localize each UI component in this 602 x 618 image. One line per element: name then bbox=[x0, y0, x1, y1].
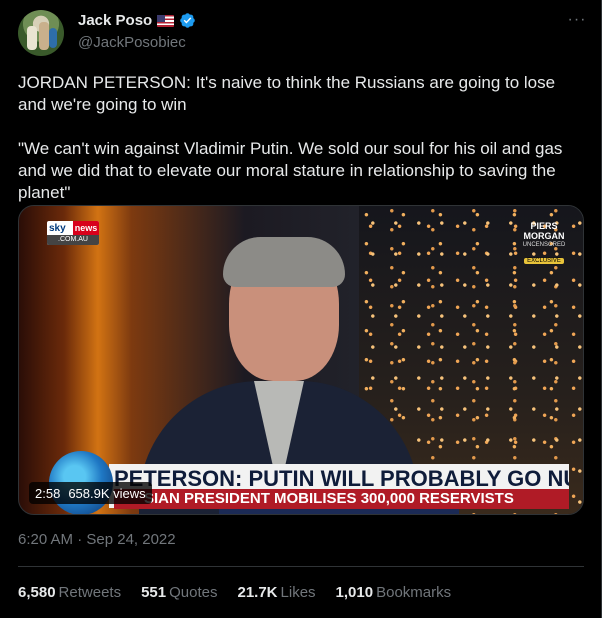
tweet-text: JORDAN PETERSON: It's naive to think the… bbox=[18, 73, 563, 202]
piers-morgan-logo: PIERS MORGAN UNCENSORED EXCLUSIVE bbox=[522, 221, 566, 264]
tweet-detail: Jack Poso @JackPosobiec ··· JORDAN PETER… bbox=[0, 0, 602, 618]
tweet-timestamp[interactable]: 6:20 AM · Sep 24, 2022 bbox=[18, 531, 176, 548]
us-flag-icon bbox=[157, 14, 175, 27]
verified-badge-icon[interactable] bbox=[179, 12, 196, 29]
video-player[interactable]: sky news .COM.AU PIERS MORGAN UNCENSORED… bbox=[18, 205, 584, 515]
engagement-stats: 6,580 Retweets 551 Quotes 21.7K Likes 1,010… bbox=[18, 584, 451, 601]
headline-secondary: SIAN PRESIDENT MOBILISES 300,000 RESERVI… bbox=[114, 489, 569, 509]
avatar[interactable] bbox=[18, 10, 64, 56]
divider bbox=[18, 566, 584, 567]
sky-news-logo: sky news .COM.AU bbox=[47, 221, 99, 245]
stat-retweets[interactable]: 6,580 Retweets bbox=[18, 584, 121, 601]
author-name-row: Jack Poso bbox=[78, 12, 196, 29]
author-display-name[interactable]: Jack Poso bbox=[78, 12, 152, 29]
tweet-header: Jack Poso @JackPosobiec ··· bbox=[18, 10, 588, 60]
author-handle[interactable]: @JackPosobiec bbox=[78, 34, 186, 51]
stat-likes[interactable]: 21.7K Likes bbox=[237, 584, 315, 601]
stat-bookmarks[interactable]: 1,010 Bookmarks bbox=[336, 584, 452, 601]
video-duration: 2:58 bbox=[35, 485, 61, 501]
video-views: 658.9K views bbox=[68, 485, 146, 501]
stat-quotes[interactable]: 551 Quotes bbox=[141, 584, 217, 601]
show-strip bbox=[219, 509, 459, 514]
video-duration-badge: 2:58 658.9K views bbox=[29, 482, 152, 504]
more-options-icon[interactable]: ··· bbox=[566, 12, 588, 34]
